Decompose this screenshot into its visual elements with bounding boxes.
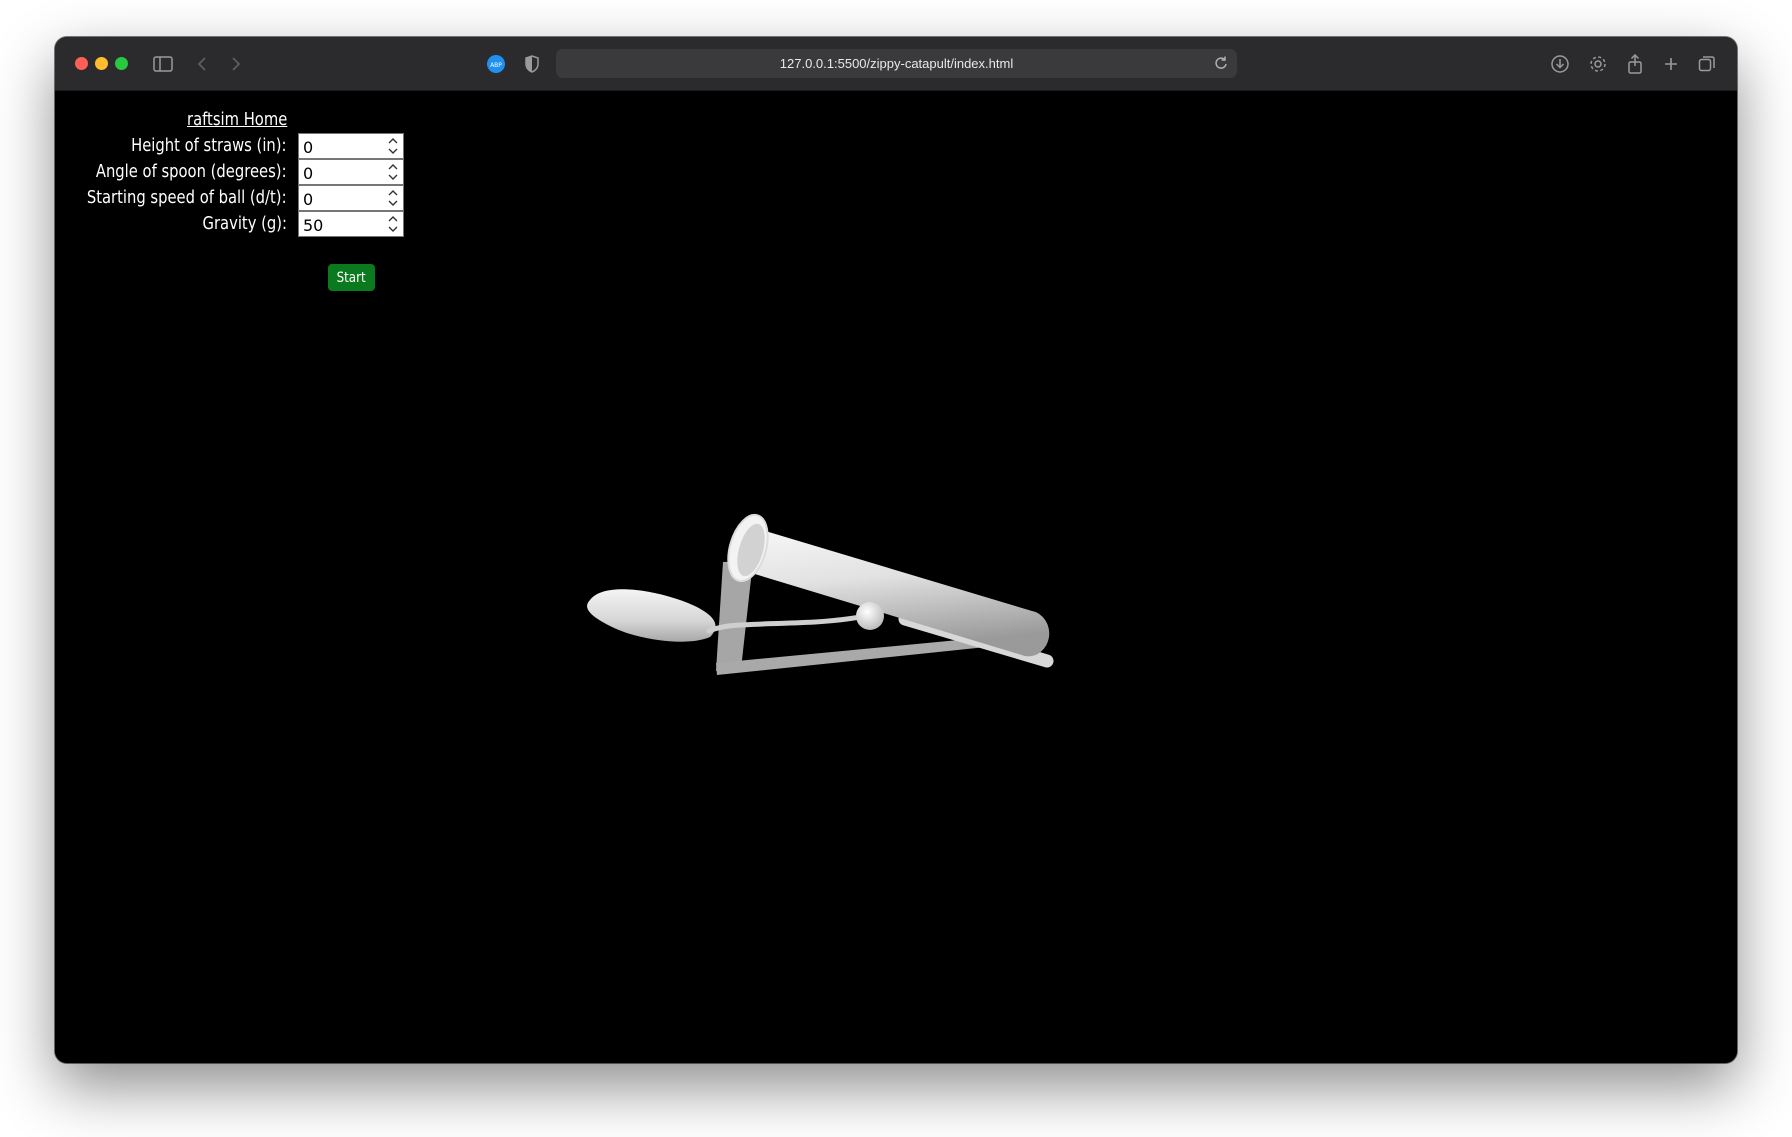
field-label: Angle of spoon (degrees): bbox=[96, 161, 287, 182]
input-value: 0 bbox=[303, 190, 314, 209]
field-row-spoon-angle: Angle of spoon (degrees): 0 bbox=[55, 159, 415, 185]
gravity-input[interactable]: 50 bbox=[298, 211, 404, 237]
input-value: 0 bbox=[303, 164, 314, 183]
field-label: Gravity (g): bbox=[202, 213, 287, 234]
spinner-arrows-icon[interactable] bbox=[387, 214, 399, 234]
home-link[interactable]: raftsim Home bbox=[187, 109, 287, 130]
spinner-arrows-icon[interactable] bbox=[387, 188, 399, 208]
catapult-model bbox=[587, 513, 1054, 675]
close-window-button[interactable] bbox=[75, 57, 88, 70]
url-text: 127.0.0.1:5500/zippy-catapult/index.html bbox=[779, 56, 1014, 71]
tab-overview-icon[interactable] bbox=[1695, 52, 1719, 76]
start-button-label: Start bbox=[336, 269, 367, 286]
field-label: Height of straws (in): bbox=[131, 135, 287, 156]
browser-window: ABP 127.0.0.1:5500/zippy-catapult/index.… bbox=[55, 37, 1737, 1063]
adblock-extension-icon[interactable]: ABP bbox=[484, 52, 508, 76]
spinner-arrows-icon[interactable] bbox=[387, 136, 399, 156]
field-row-gravity: Gravity (g): 50 bbox=[55, 211, 415, 237]
settings-gear-icon[interactable] bbox=[1586, 52, 1610, 76]
straw-height-input[interactable]: 0 bbox=[298, 133, 404, 159]
input-value: 50 bbox=[303, 216, 324, 235]
minimize-window-button[interactable] bbox=[95, 57, 108, 70]
forward-icon[interactable] bbox=[224, 52, 248, 76]
start-button[interactable]: Start bbox=[328, 264, 375, 291]
privacy-shield-icon[interactable] bbox=[520, 52, 544, 76]
tube bbox=[735, 530, 1050, 657]
spinner-arrows-icon[interactable] bbox=[387, 162, 399, 182]
share-icon[interactable] bbox=[1623, 52, 1647, 76]
page-content: raftsim Home Height of straws (in): 0 An… bbox=[55, 91, 1737, 1063]
new-tab-icon[interactable] bbox=[1659, 52, 1683, 76]
input-value: 0 bbox=[303, 138, 314, 157]
address-bar[interactable]: 127.0.0.1:5500/zippy-catapult/index.html bbox=[556, 49, 1237, 78]
sidebar-toggle-icon[interactable] bbox=[151, 52, 175, 76]
ball-speed-input[interactable]: 0 bbox=[298, 185, 404, 211]
spoon-bowl bbox=[587, 589, 716, 642]
field-row-straw-height: Height of straws (in): 0 bbox=[55, 133, 415, 159]
field-label: Starting speed of ball (d/t): bbox=[87, 187, 287, 208]
reload-icon[interactable] bbox=[1213, 55, 1229, 71]
back-icon[interactable] bbox=[190, 52, 214, 76]
maximize-window-button[interactable] bbox=[115, 57, 128, 70]
svg-text:ABP: ABP bbox=[490, 62, 502, 69]
spoon-angle-input[interactable]: 0 bbox=[298, 159, 404, 185]
field-row-ball-speed: Starting speed of ball (d/t): 0 bbox=[55, 185, 415, 211]
downloads-icon[interactable] bbox=[1548, 52, 1572, 76]
ball bbox=[856, 602, 884, 630]
browser-toolbar: ABP 127.0.0.1:5500/zippy-catapult/index.… bbox=[55, 37, 1737, 91]
